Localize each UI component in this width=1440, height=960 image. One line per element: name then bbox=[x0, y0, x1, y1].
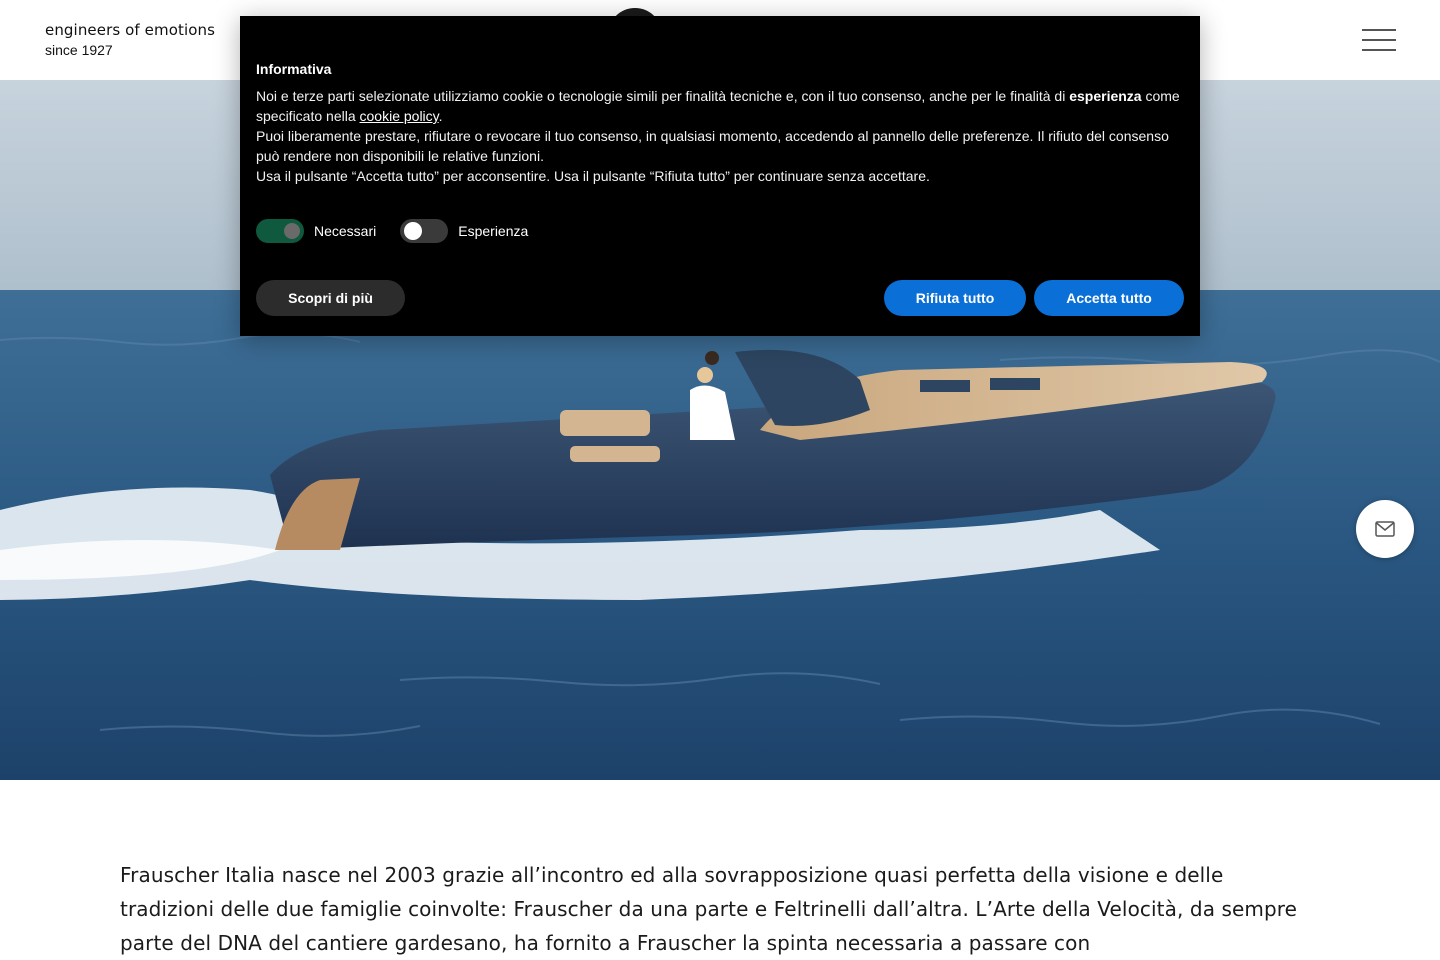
tagline: engineers of emotions since 1927 bbox=[45, 20, 215, 60]
cookie-text-start: Noi e terze parti selezionate utilizziam… bbox=[256, 88, 1070, 104]
reject-all-button[interactable]: Rifiuta tutto bbox=[884, 280, 1026, 316]
intro-paragraph: Frauscher Italia nasce nel 2003 grazie a… bbox=[120, 863, 1298, 955]
tagline-line-2: since 1927 bbox=[45, 42, 113, 58]
cookie-paragraph-2: Puoi liberamente prestare, rifiutare o r… bbox=[256, 128, 1169, 164]
contact-button[interactable] bbox=[1356, 500, 1414, 558]
cookie-text-end: . bbox=[438, 108, 443, 124]
consent-toggles: Necessari Esperienza bbox=[256, 219, 552, 243]
cookie-paragraph-1: Noi e terze parti selezionate utilizziam… bbox=[256, 86, 1186, 126]
toggle-label-necessari: Necessari bbox=[314, 223, 377, 239]
hamburger-menu-icon[interactable] bbox=[1362, 27, 1396, 53]
cookie-consent-banner: Informativa Noi e terze parti selezionat… bbox=[240, 16, 1200, 336]
accept-all-button[interactable]: Accetta tutto bbox=[1034, 280, 1184, 316]
learn-more-button[interactable]: Scopri di più bbox=[256, 280, 405, 316]
cookie-policy-link[interactable]: cookie policy bbox=[360, 108, 439, 124]
envelope-icon bbox=[1375, 521, 1395, 537]
cookie-description: Noi e terze parti selezionate utilizziam… bbox=[256, 86, 1186, 186]
cookie-paragraph-3: Usa il pulsante “Accetta tutto” per acco… bbox=[256, 168, 930, 184]
toggle-esperienza[interactable] bbox=[400, 219, 449, 243]
tagline-line-1: engineers of emotions bbox=[45, 21, 216, 39]
cookie-title: Informativa bbox=[256, 61, 332, 77]
toggle-necessari[interactable] bbox=[256, 219, 304, 243]
cookie-purpose-bold: esperienza bbox=[1069, 88, 1142, 104]
toggle-label-esperienza: Esperienza bbox=[458, 223, 529, 239]
